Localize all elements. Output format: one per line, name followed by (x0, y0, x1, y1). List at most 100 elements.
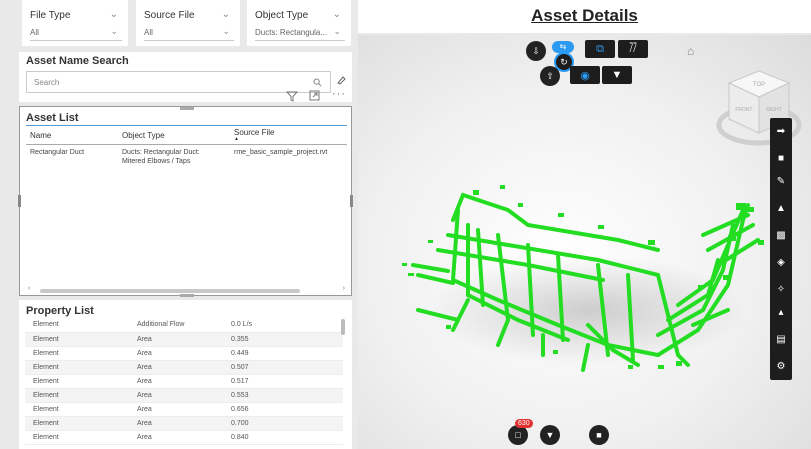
asset-name-cell: Rectangular Duct (30, 149, 85, 156)
properties-icon[interactable]: ▤ (770, 326, 792, 353)
structure-icon[interactable]: ▴ (770, 299, 792, 326)
walk-icon[interactable]: ➡ (770, 118, 792, 145)
scroll-right-icon[interactable]: › (343, 285, 345, 292)
viewer-title-bar: Asset Details (358, 0, 811, 33)
property-category-cell: Element (25, 402, 129, 417)
section-plane-icon[interactable]: ▲ (770, 195, 792, 222)
filter-button[interactable]: ▼ (602, 66, 632, 84)
view-cube-right-label: RIGHT (766, 107, 782, 113)
property-category-cell: Element (25, 346, 129, 361)
table-row[interactable]: Element Area 0.449 (25, 346, 343, 361)
property-list-panel: Property List Element Additional Flow 0.0 … (19, 300, 352, 449)
search-input[interactable]: Search (26, 71, 331, 93)
resize-handle[interactable] (18, 195, 21, 207)
asset-search-panel: Asset Name Search Search (19, 52, 352, 102)
measure-icon[interactable]: ✎ (770, 168, 792, 195)
chevron-down-icon[interactable]: ⌄ (222, 9, 230, 20)
object-type-line: Ducts: Rectangular Duct: (122, 149, 200, 156)
asset-list-table-wrap: Name Object Type Source File ▲ Rectangula… (26, 125, 347, 285)
table-row[interactable]: Element Area 0.507 (25, 360, 343, 375)
target-icon: ◉ (580, 69, 590, 82)
layers-icon[interactable]: ◈ (770, 249, 792, 276)
chevron-down-icon: ⌄ (222, 26, 230, 36)
object-type-line: Mitered Elbows / Taps (122, 158, 191, 165)
file-type-dropdown[interactable]: All ⌄ (30, 25, 122, 41)
focus-mode-icon[interactable] (309, 90, 320, 101)
chevron-down-icon[interactable]: ⌄ (110, 9, 118, 20)
property-list-table: Element Additional Flow 0.0 L/s Element Are… (25, 318, 343, 445)
table-row[interactable]: Element Area 0.840 (25, 430, 343, 445)
chevron-down-icon: ⌄ (110, 26, 118, 36)
property-value-cell: 0.656 (223, 402, 343, 417)
source-file-value: All (144, 28, 153, 37)
property-value-cell: 0.840 (223, 430, 343, 445)
save-button[interactable]: ■ (589, 425, 609, 445)
move-down-button[interactable]: ⇩ (526, 41, 546, 61)
clear-filter-button[interactable]: ▼ (540, 425, 560, 445)
table-row[interactable]: Element Additional Flow 0.0 L/s (25, 318, 343, 333)
selection-button[interactable]: □ (508, 425, 528, 445)
column-header-source-file-label: Source File (234, 128, 275, 137)
property-list-title: Property List (26, 305, 94, 317)
asset-list-panel: Asset List Name Object Type Source File ▲… (18, 106, 353, 297)
table-row[interactable]: Element Area 0.700 (25, 416, 343, 431)
vertical-scrollbar[interactable] (341, 319, 345, 335)
object-type-slicer[interactable]: Object Type ⌄ Ducts: Rectangula... ⌄ (247, 0, 351, 46)
view-cube-front-label: FRONT (735, 107, 752, 113)
scrollbar-thumb[interactable] (40, 289, 300, 293)
model-viewer[interactable]: ⇩ ⇆ ↻ ⧉ ⧶⧶ ⇧ ◉ ▼ ⌂ TOP FRONT RIGHT ➡ ■ ✎… (358, 35, 811, 449)
property-value-cell: 0.553 (223, 388, 343, 403)
gear-icon[interactable]: ⚙ (770, 353, 792, 380)
property-value-cell: 0.507 (223, 360, 343, 375)
property-value-cell: 0.700 (223, 416, 343, 431)
page-title: Asset Details (531, 6, 638, 25)
property-name-cell: Area (129, 360, 223, 375)
object-type-label: Object Type (255, 10, 309, 21)
object-type-dropdown[interactable]: Ducts: Rectangula... ⌄ (255, 25, 345, 41)
property-list-table-wrap: Element Additional Flow 0.0 L/s Element Are… (25, 318, 343, 448)
property-category-cell: Element (25, 416, 129, 431)
move-up-button[interactable]: ⇧ (540, 66, 560, 86)
column-header-name[interactable]: Name (26, 126, 118, 145)
scroll-left-icon[interactable]: ‹ (28, 285, 30, 292)
selection-count-badge: 630 (515, 419, 533, 428)
table-row[interactable]: Element Area 0.656 (25, 402, 343, 417)
file-type-slicer[interactable]: File Type ⌄ All ⌄ (22, 0, 128, 46)
home-icon[interactable]: ⌂ (687, 44, 694, 58)
focus-button[interactable]: ◉ (570, 66, 600, 84)
eraser-icon[interactable] (336, 75, 346, 85)
filter-icon: ▼ (611, 69, 623, 81)
property-name-cell: Area (129, 332, 223, 347)
property-value-cell: 0.449 (223, 346, 343, 361)
asset-list-title: Asset List (26, 112, 79, 124)
navigation-toolbar: ➡ ■ (770, 118, 792, 172)
table-row[interactable]: Element Area 0.517 (25, 374, 343, 389)
view-cube-top-label: TOP (753, 82, 765, 88)
property-value-cell: 0.517 (223, 374, 343, 389)
search-placeholder: Search (34, 78, 60, 87)
property-name-cell: Area (129, 388, 223, 403)
section-box-icon: ⧉ (596, 42, 604, 55)
resize-handle[interactable] (180, 294, 194, 297)
table-row[interactable]: Element Area 0.355 (25, 332, 343, 347)
source-file-slicer[interactable]: Source File ⌄ All ⌄ (136, 0, 240, 46)
asset-list-table: Name Object Type Source File ▲ Rectangula… (26, 126, 347, 169)
chevron-down-icon[interactable]: ⌄ (333, 9, 341, 20)
property-category-cell: Element (25, 430, 129, 445)
filter-icon[interactable] (286, 91, 298, 102)
table-row[interactable]: Element Area 0.553 (25, 388, 343, 403)
section-box-button[interactable]: ⧉ (585, 40, 615, 58)
table-row[interactable]: Rectangular Duct Ducts: Rectangular Duct… (26, 145, 347, 170)
folder-icon[interactable]: ▩ (770, 222, 792, 249)
more-options-icon[interactable]: ··· (332, 88, 346, 100)
hatch-tool-button[interactable]: ⧶⧶ (618, 40, 648, 58)
resize-handle[interactable] (180, 107, 194, 110)
column-header-object-type[interactable]: Object Type (118, 126, 230, 145)
search-icon[interactable] (313, 78, 322, 87)
file-type-label: File Type (30, 10, 71, 21)
property-category-cell: Element (25, 318, 129, 333)
resize-handle[interactable] (350, 195, 353, 207)
property-name-cell: Area (129, 346, 223, 361)
column-header-source-file[interactable]: Source File ▲ (230, 126, 347, 145)
source-file-dropdown[interactable]: All ⌄ (144, 25, 234, 41)
